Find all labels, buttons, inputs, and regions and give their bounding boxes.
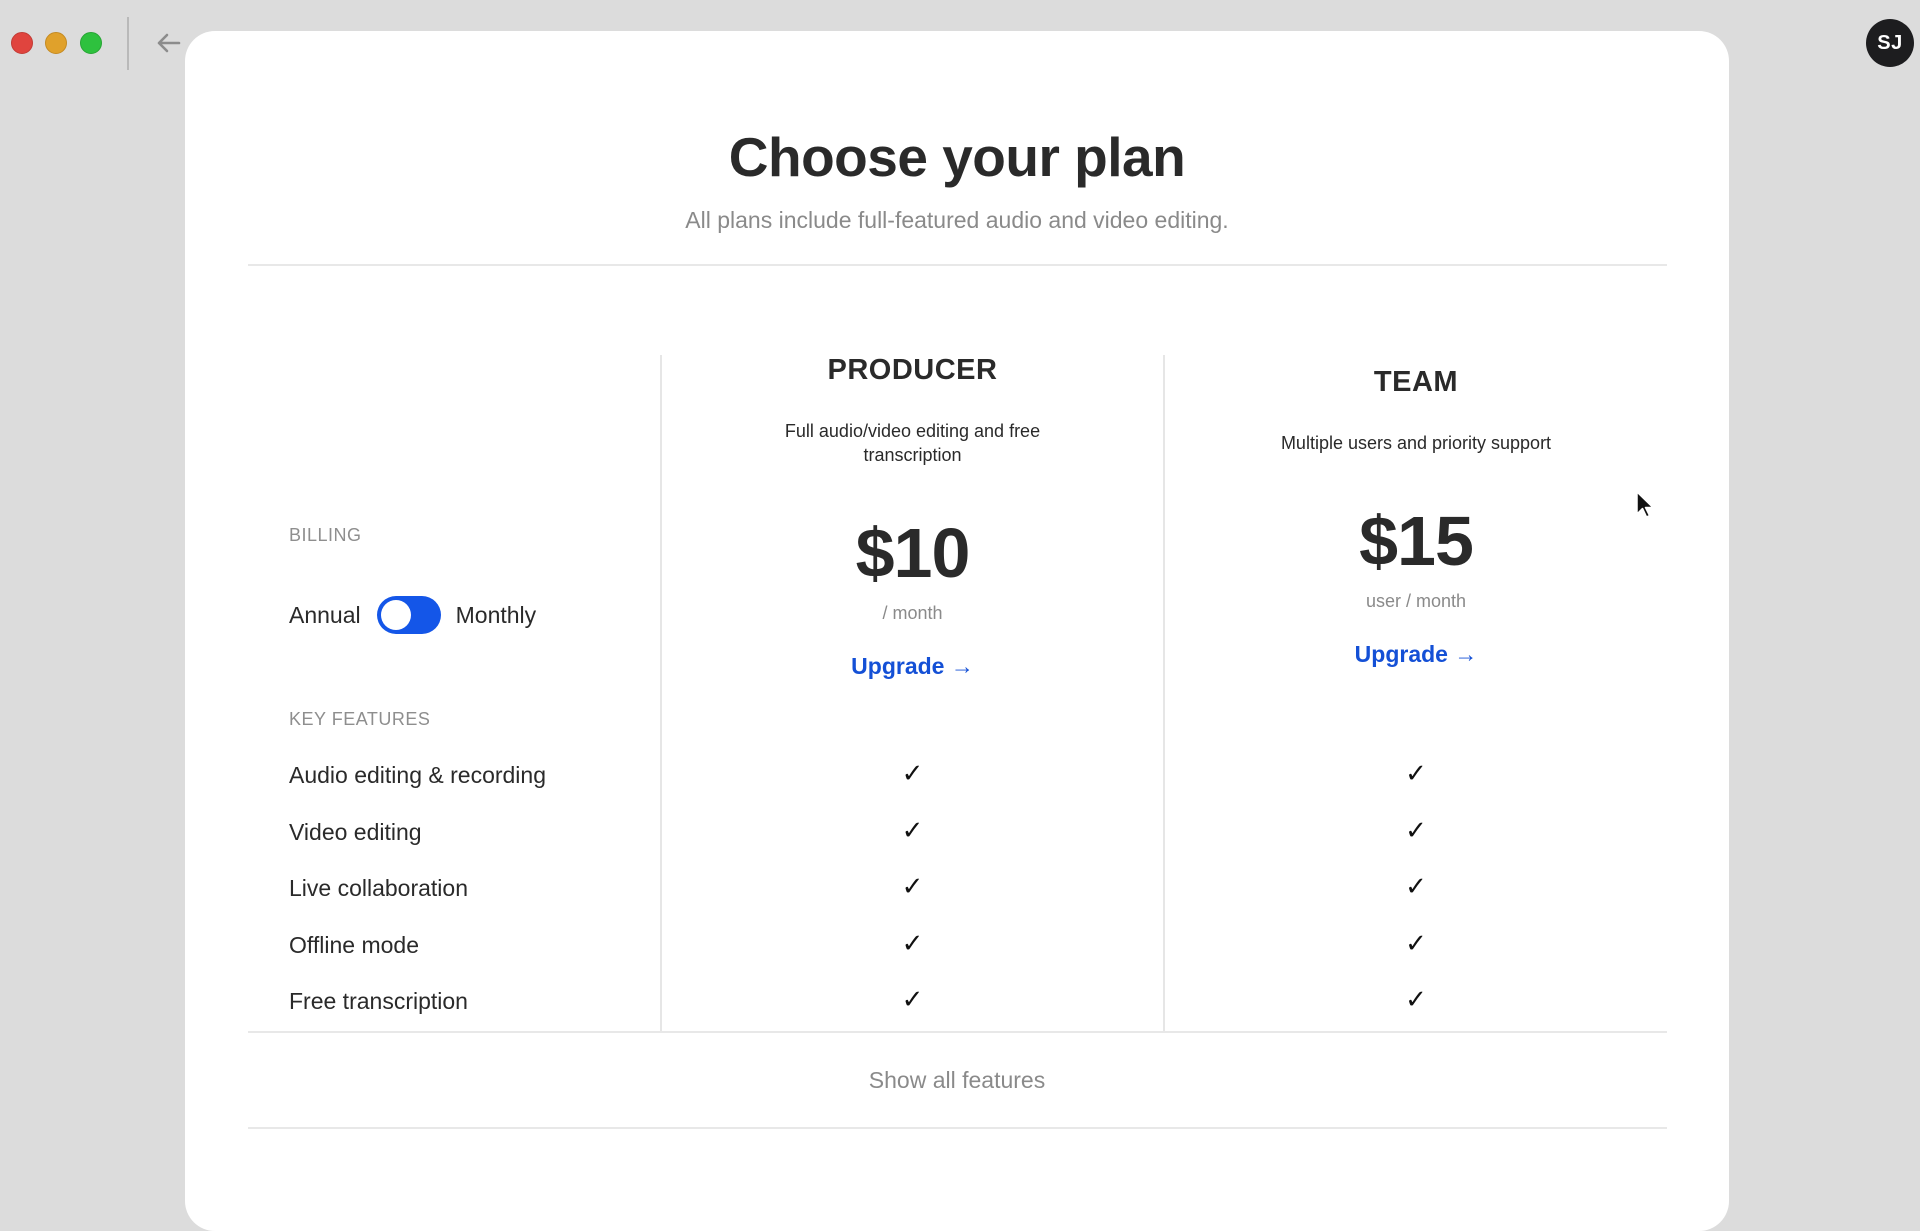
toggle-knob (380, 600, 411, 630)
window-maximize-button[interactable] (80, 32, 102, 54)
plan-description: Full audio/video editing and free transc… (784, 421, 1041, 465)
plan-price: $15 (1359, 502, 1474, 580)
check-icon: ✓ (901, 758, 924, 788)
check-icon: ✓ (1405, 758, 1427, 788)
check-icon: ✓ (1405, 815, 1427, 845)
user-avatar[interactable]: SJ (1866, 19, 1914, 67)
check-icon: ✓ (1405, 871, 1427, 901)
back-button[interactable] (152, 28, 184, 58)
feature-name: Audio editing & recording (289, 762, 546, 788)
check-icon: ✓ (1405, 984, 1427, 1014)
divider (248, 1031, 1667, 1033)
upgrade-producer-button[interactable]: Upgrade → (662, 653, 1163, 680)
key-features-label: KEY FEATURES (289, 709, 431, 729)
feature-name: Video editing (289, 819, 422, 845)
mouse-cursor-icon (1636, 491, 1654, 518)
plan-name: PRODUCER (827, 354, 998, 386)
billing-option-monthly[interactable]: Monthly (456, 602, 537, 629)
billing-toggle[interactable] (376, 596, 441, 634)
page-subtitle: All plans include full-featured audio an… (685, 207, 1229, 233)
check-icon: ✓ (901, 815, 924, 845)
pricing-card: Choose your plan All plans include full-… (185, 31, 1729, 1231)
billing-option-annual[interactable]: Annual (289, 602, 361, 629)
window-close-button[interactable] (11, 32, 33, 54)
check-icon: ✓ (901, 984, 924, 1014)
check-icon: ✓ (1405, 928, 1427, 958)
plan-period: / month (882, 603, 943, 623)
plan-description: Multiple users and priority support (1280, 433, 1552, 453)
show-all-features-button[interactable]: Show all features (185, 1067, 1729, 1094)
arrow-left-icon (157, 33, 181, 53)
feature-name: Live collaboration (289, 875, 469, 901)
plan-period: user / month (1365, 591, 1467, 611)
divider (248, 1127, 1667, 1129)
billing-toggle-row: Annual Monthly (289, 596, 536, 634)
plan-name: TEAM (1373, 366, 1459, 398)
plan-price: $10 (855, 514, 971, 592)
divider (248, 264, 1667, 266)
upgrade-team-button[interactable]: Upgrade → (1165, 641, 1667, 668)
billing-label: BILLING (289, 525, 362, 545)
toolbar-divider (127, 17, 129, 70)
feature-name: Offline mode (289, 932, 419, 958)
check-icon: ✓ (901, 871, 924, 901)
feature-name: Free transcription (289, 988, 468, 1014)
page-title: Choose your plan (728, 126, 1186, 188)
window-minimize-button[interactable] (45, 32, 67, 54)
check-icon: ✓ (901, 928, 924, 958)
